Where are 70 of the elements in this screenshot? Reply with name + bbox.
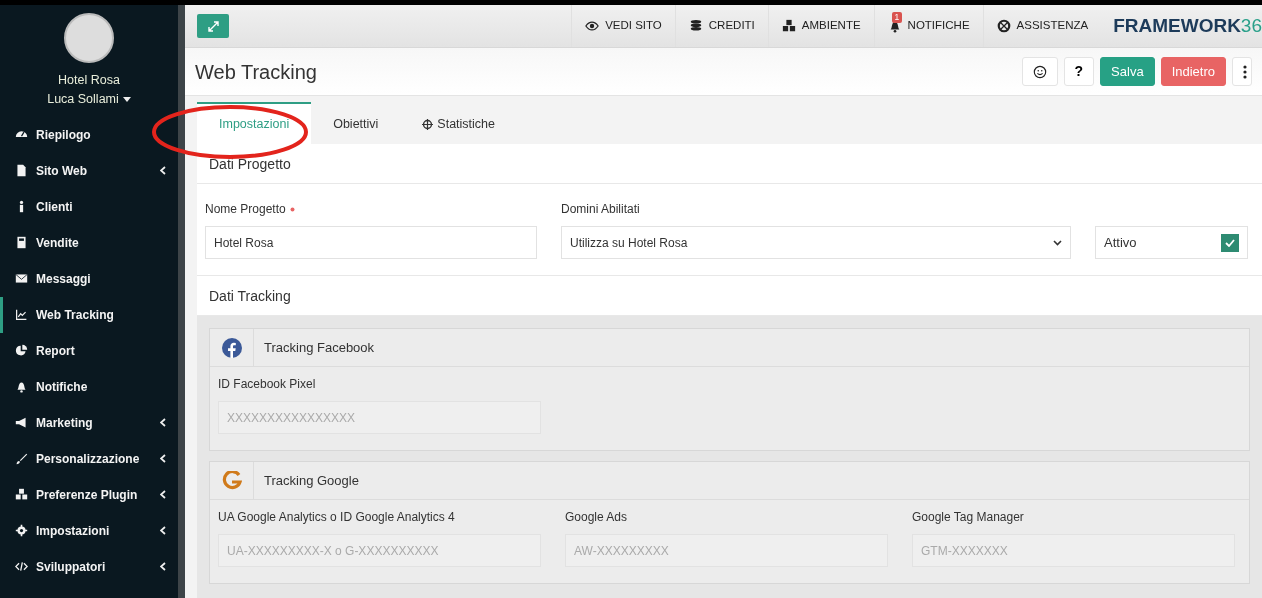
caret-icon <box>122 96 131 102</box>
smiley-icon <box>1032 64 1047 79</box>
section-title: Dati Progetto <box>197 144 1262 184</box>
nav-link[interactable]: AMBIENTE <box>767 5 874 47</box>
sidebar-item[interactable]: Marketing <box>0 404 178 441</box>
avatar-icon <box>64 13 114 63</box>
help-button[interactable]: ? <box>1063 57 1095 86</box>
code-icon <box>15 560 28 573</box>
sidebar-item[interactable]: Notifiche <box>0 368 178 405</box>
sidebar-item[interactable]: Report <box>0 332 178 369</box>
calculator-icon <box>15 236 28 249</box>
sidebar-item[interactable]: Personalizzazione <box>0 440 178 477</box>
tab[interactable]: Obiettivi <box>311 102 401 144</box>
input-field[interactable]: AW-XXXXXXXXX <box>565 534 888 567</box>
bell-icon <box>15 380 28 393</box>
eye-icon <box>585 19 600 33</box>
input-field[interactable]: GTM-XXXXXXX <box>912 534 1235 567</box>
coins-icon <box>688 19 703 33</box>
pie-chart-icon <box>15 344 28 357</box>
field-label: Nome Progetto <box>205 201 286 218</box>
nav-link[interactable]: 1 NOTIFICHE <box>873 5 983 47</box>
sidebar-item[interactable]: Vendite <box>0 224 178 261</box>
logo: FRAMEWORK36 <box>1113 13 1262 38</box>
field-label: UA Google Analytics o ID Google Analytics 4 <box>218 509 456 526</box>
domains-select[interactable]: Utilizza su Hotel Rosa <box>561 226 1071 259</box>
crosshair-icon <box>422 118 434 130</box>
line-chart-icon <box>15 308 28 321</box>
feedback-button[interactable] <box>1021 57 1058 86</box>
kebab-icon <box>1243 64 1247 79</box>
megaphone-icon <box>15 416 28 429</box>
sidebar-item[interactable]: Messaggi <box>0 260 178 297</box>
user-menu[interactable]: Luca Sollami <box>47 89 131 109</box>
cubes-icon <box>15 488 28 501</box>
sidebar-item[interactable]: Impostazioni <box>0 512 178 549</box>
sidebar-item[interactable]: Sito Web <box>0 152 178 189</box>
name-field[interactable]: Hotel Rosa <box>205 226 537 259</box>
envelope-icon <box>15 272 28 285</box>
chevron-down-icon <box>1053 239 1062 246</box>
input-field[interactable]: XXXXXXXXXXXXXXXX <box>218 401 541 434</box>
google-icon <box>221 470 242 491</box>
company-name: Hotel Rosa <box>58 72 120 89</box>
check-icon <box>1225 238 1235 247</box>
sidebar-item[interactable]: Clienti <box>0 188 178 225</box>
notification-badge: 1 <box>891 12 903 23</box>
sidebar-item[interactable]: Sviluppatori <box>0 548 178 585</box>
field-label: Google Tag Manager <box>912 509 1025 526</box>
checkbox[interactable] <box>1221 233 1239 252</box>
field-label: ID Facebook Pixel <box>218 376 317 393</box>
panel-title: Tracking Google <box>263 471 359 490</box>
nav-link[interactable]: ASSISTENZA <box>982 5 1102 47</box>
field-label: Domini Abilitati <box>561 201 641 218</box>
page-title: Web Tracking <box>195 59 318 84</box>
section-title: Dati Tracking <box>197 275 1262 316</box>
expand-button[interactable] <box>197 14 229 38</box>
sidebar-item[interactable]: Preferenze Plugin <box>0 476 178 513</box>
expand-icon <box>207 20 219 32</box>
sidebar-item[interactable]: Web Tracking <box>0 296 178 333</box>
cubes-icon <box>781 19 796 33</box>
tab[interactable]: Statistiche <box>400 102 517 144</box>
field-label: Google Ads <box>565 509 629 526</box>
sidebar-item[interactable]: Riepilogo <box>0 116 178 153</box>
input-field[interactable]: UA-XXXXXXXXX-X o G-XXXXXXXXXX <box>218 534 541 567</box>
document-icon <box>15 164 28 177</box>
brush-icon <box>15 452 28 465</box>
nav-link[interactable]: VEDI SITO <box>571 5 675 47</box>
nav-link[interactable]: CREDITI <box>674 5 768 47</box>
panel-title: Tracking Facebook <box>263 338 375 357</box>
more-button[interactable] <box>1232 57 1252 86</box>
facebook-icon <box>221 337 242 358</box>
checkbox-label: Attivo <box>1104 233 1137 252</box>
